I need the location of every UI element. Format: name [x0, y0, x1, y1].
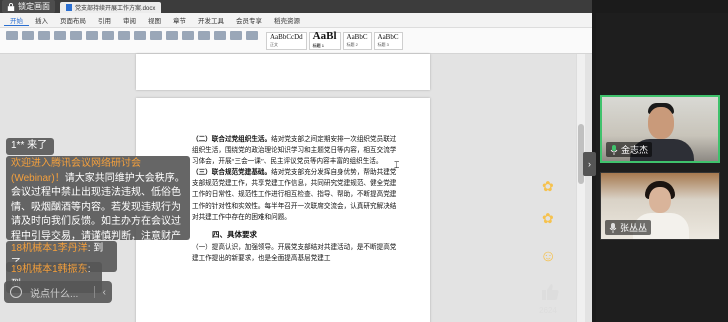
style-preset[interactable]: AaBbC 标题 2 — [342, 32, 372, 50]
toolbar-button-icon[interactable] — [166, 31, 178, 40]
menu-item[interactable]: 引用 — [92, 15, 117, 25]
chat-input[interactable]: 说点什么... ‹ — [4, 281, 112, 303]
menu-item[interactable]: 开发工具 — [192, 15, 230, 25]
participant-label: 金志杰 — [606, 142, 653, 157]
menu-item[interactable]: 稻壳资源 — [268, 15, 306, 25]
style-preset[interactable]: AaBbC 标题 3 — [373, 32, 403, 50]
lock-screen-label: 锁定画面 — [18, 2, 50, 11]
chat-sender: 18机械本1李丹洋 — [11, 243, 88, 254]
mic-icon — [610, 144, 618, 155]
menu-item[interactable]: 视图 — [142, 15, 167, 25]
toolbar-button-icon[interactable] — [134, 31, 146, 40]
ribbon-toolbar: AaBbCcDd 正文 AaBl 标题 1 AaBbC 标题 2 AaBbC 标题 3 — [0, 28, 592, 54]
toolbar-button-icon[interactable] — [102, 31, 114, 40]
toolbar-button-icon[interactable] — [6, 31, 18, 40]
collapse-panel-button[interactable]: › — [583, 152, 596, 176]
title-bar: 党支部持续开展工作方案.docx — [0, 0, 592, 13]
heading-2: （二）联合过党组织生活。 — [192, 136, 272, 143]
participant-panel — [596, 13, 728, 322]
toolbar-button-icon[interactable] — [230, 31, 242, 40]
toolbar-button-icon[interactable] — [54, 31, 66, 40]
style-name: 标题 2 — [346, 42, 358, 47]
menu-item[interactable]: 会员专享 — [230, 15, 268, 25]
paragraph-3: 结对党支部充分发挥自身优势，帮助共建党支部规范党建工作，共享党建工作信息，共同研… — [192, 169, 397, 221]
chevron-left-icon[interactable]: ‹ — [103, 287, 106, 298]
style-gallery: AaBbCcDd 正文 AaBl 标题 1 AaBbC 标题 2 AaBbC 标题 3 — [266, 30, 403, 50]
style-preset[interactable]: AaBbCcDd 正文 — [266, 32, 307, 50]
mouse-cursor-icon: ⌶ — [394, 160, 400, 170]
heart-hand-icon: ✿ — [542, 210, 554, 226]
toolbar-button-icon[interactable] — [150, 31, 162, 40]
vertical-scrollbar[interactable] — [576, 54, 585, 322]
toolbar-button-icon[interactable] — [246, 31, 258, 40]
doc-icon — [66, 4, 72, 11]
toolbar-button-icon[interactable] — [38, 31, 50, 40]
toolbar-button-icon[interactable] — [86, 31, 98, 40]
chat-message-welcome: 欢迎进入腾讯会议网络研讨会(Webinar)！请大家共同维护大会秩序。会议过程中… — [6, 156, 190, 256]
style-sample: AaBl — [312, 30, 337, 42]
toolbar-button-icon[interactable] — [118, 31, 130, 40]
lock-screen-button[interactable]: 锁定画面 — [2, 0, 55, 13]
participant-name: 金志杰 — [621, 145, 649, 155]
menu-bar: 开始 插入 页面布局 引用 审阅 视图 章节 开发工具 会员专享 稻壳资源 — [0, 13, 592, 28]
toolbar-button-icon[interactable] — [22, 31, 34, 40]
style-sample: AaBbC — [377, 33, 399, 41]
chat-message: 1** 来了 — [6, 138, 54, 155]
menu-item[interactable]: 审阅 — [117, 15, 142, 25]
thumbs-up-icon[interactable] — [540, 282, 560, 302]
video-tile[interactable]: 张丛丛 — [600, 172, 720, 240]
heading-3: （三）联合规范党建基础。 — [192, 169, 272, 177]
chevron-right-icon: › — [588, 159, 591, 169]
participant-label: 张丛丛 — [605, 220, 652, 235]
toolbar-button-icon[interactable] — [70, 31, 82, 40]
video-tile-speaker[interactable]: 金志杰 — [600, 95, 720, 163]
style-name: 标题 3 — [377, 42, 389, 47]
heart-hand-icon: ✿ — [542, 178, 554, 194]
mic-icon — [609, 222, 617, 233]
like-count: 2624 — [539, 306, 557, 315]
smile-face-icon: ☺ — [540, 248, 557, 265]
chat-sender: 19机械本1韩振东 — [11, 264, 88, 275]
menu-item[interactable]: 开始 — [4, 15, 29, 26]
section-heading: 四、具体要求 — [212, 229, 257, 239]
toolbar-button-icon[interactable] — [182, 31, 194, 40]
toolbar-button-icon[interactable] — [214, 31, 226, 40]
video-person — [649, 187, 671, 213]
page-1 — [136, 54, 430, 90]
style-preset[interactable]: AaBl 标题 1 — [308, 30, 341, 50]
emoji-icon[interactable] — [10, 286, 22, 298]
video-person — [648, 107, 674, 139]
chat-input-placeholder: 说点什么... — [30, 288, 79, 300]
menu-item[interactable]: 插入 — [29, 15, 54, 25]
style-name: 正文 — [270, 42, 278, 47]
menu-item[interactable]: 页面布局 — [54, 15, 92, 25]
style-name: 标题 1 — [312, 43, 325, 48]
divider — [93, 286, 95, 298]
doc-tab-label: 党支部持续开展工作方案.docx — [75, 6, 156, 12]
lock-icon — [7, 2, 15, 11]
toolbar-button-icon[interactable] — [198, 31, 210, 40]
doc-tab[interactable]: 党支部持续开展工作方案.docx — [60, 2, 162, 13]
style-sample: AaBbC — [346, 33, 368, 41]
participant-name: 张丛丛 — [620, 223, 648, 233]
menu-item[interactable]: 章节 — [167, 15, 192, 25]
style-sample: AaBbCcDd — [270, 33, 303, 41]
paragraph-4: （一）提高认识，加强领导。开展党支部结对共建活动，是不断提高党建工作提出的新要求… — [192, 243, 397, 262]
